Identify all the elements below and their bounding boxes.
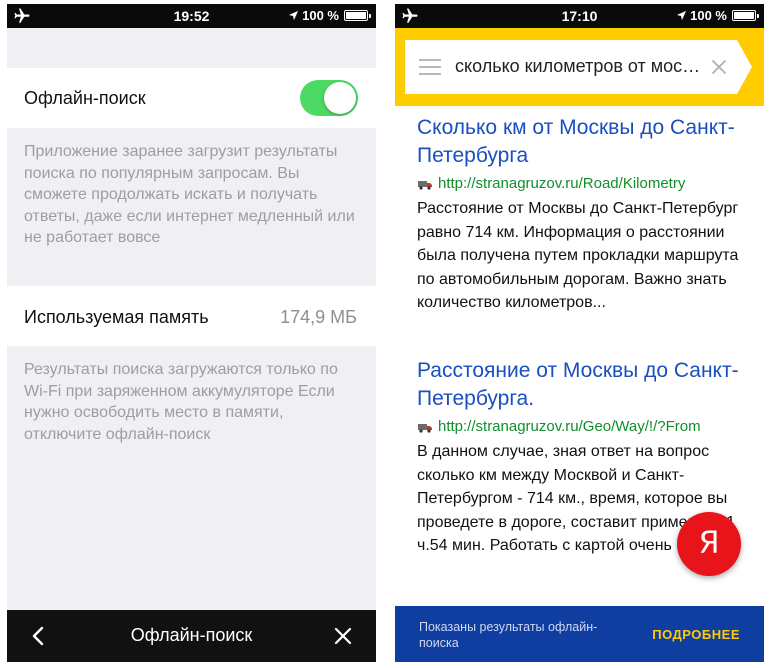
offline-search-label: Офлайн-поиск: [24, 88, 146, 108]
battery-percent: 100 %: [302, 8, 339, 23]
status-bar: 17:10 100 %: [395, 4, 764, 28]
result-url[interactable]: http://stranagruzov.ru/Road/Kilometry: [417, 172, 752, 194]
used-memory-value: 174,9 МБ: [280, 307, 357, 327]
battery-icon: [344, 10, 371, 21]
used-memory-row: Используемая память 174,9 МБ: [7, 286, 376, 346]
result-title-link[interactable]: Сколько км от Москвы до Санкт-Петербурга: [417, 114, 752, 170]
offline-search-toggle[interactable]: [300, 80, 358, 116]
truck-favicon-icon: [418, 424, 432, 433]
location-arrow-icon: [677, 10, 687, 21]
yandex-button[interactable]: Я: [677, 512, 741, 576]
screen-title: Офлайн-поиск: [130, 625, 253, 645]
battery-percent: 100 %: [690, 8, 727, 23]
truck-favicon-icon: [418, 181, 432, 190]
result-title-link[interactable]: Расстояние от Москвы до Санкт-Петербурга…: [417, 357, 752, 413]
search-result: Сколько км от Москвы до Санкт-Петербурга…: [417, 114, 752, 315]
search-field[interactable]: сколько километров от москвы до санкт-пе…: [405, 40, 752, 94]
result-url-text: http://stranagruzov.ru/Road/Kilometry: [438, 174, 686, 192]
close-icon[interactable]: [334, 627, 352, 645]
result-snippet: Расстояние от Москвы до Санкт-Петербург …: [417, 200, 739, 311]
search-header: сколько километров от москвы до санкт-пе…: [395, 28, 764, 106]
location-arrow-icon: [289, 10, 299, 21]
search-results-screen: 17:10 100 % сколько километров от москвы…: [395, 4, 764, 662]
clear-icon[interactable]: [711, 59, 727, 75]
offline-search-row: Офлайн-поиск: [7, 68, 376, 128]
more-details-button[interactable]: ПОДРОБНЕЕ: [652, 627, 740, 642]
search-query[interactable]: сколько километров от москвы до санкт-пе…: [455, 56, 705, 77]
result-url[interactable]: http://stranagruzov.ru/Geo/Way/!/?From: [417, 415, 752, 437]
status-bar: 19:52 100 %: [7, 4, 376, 28]
battery-icon: [732, 10, 759, 21]
offline-search-description: Приложение заранее загрузит результаты п…: [24, 143, 355, 246]
bottom-navigation-bar: Офлайн-поиск: [7, 610, 376, 662]
menu-icon[interactable]: [419, 59, 441, 75]
yandex-logo-icon: Я: [698, 526, 720, 561]
result-url-text: http://stranagruzov.ru/Geo/Way/!/?From: [438, 417, 701, 435]
used-memory-label: Используемая память: [24, 307, 209, 327]
toggle-knob: [324, 82, 356, 114]
offline-settings-screen: 19:52 100 % Офлайн-поиск Приложение зара…: [7, 4, 376, 662]
offline-results-banner: Показаны результаты офлайн-поиска ПОДРОБ…: [395, 606, 764, 662]
banner-text: Показаны результаты офлайн-поиска: [419, 620, 598, 650]
memory-description: Результаты поиска загружаются только по …: [24, 361, 338, 443]
